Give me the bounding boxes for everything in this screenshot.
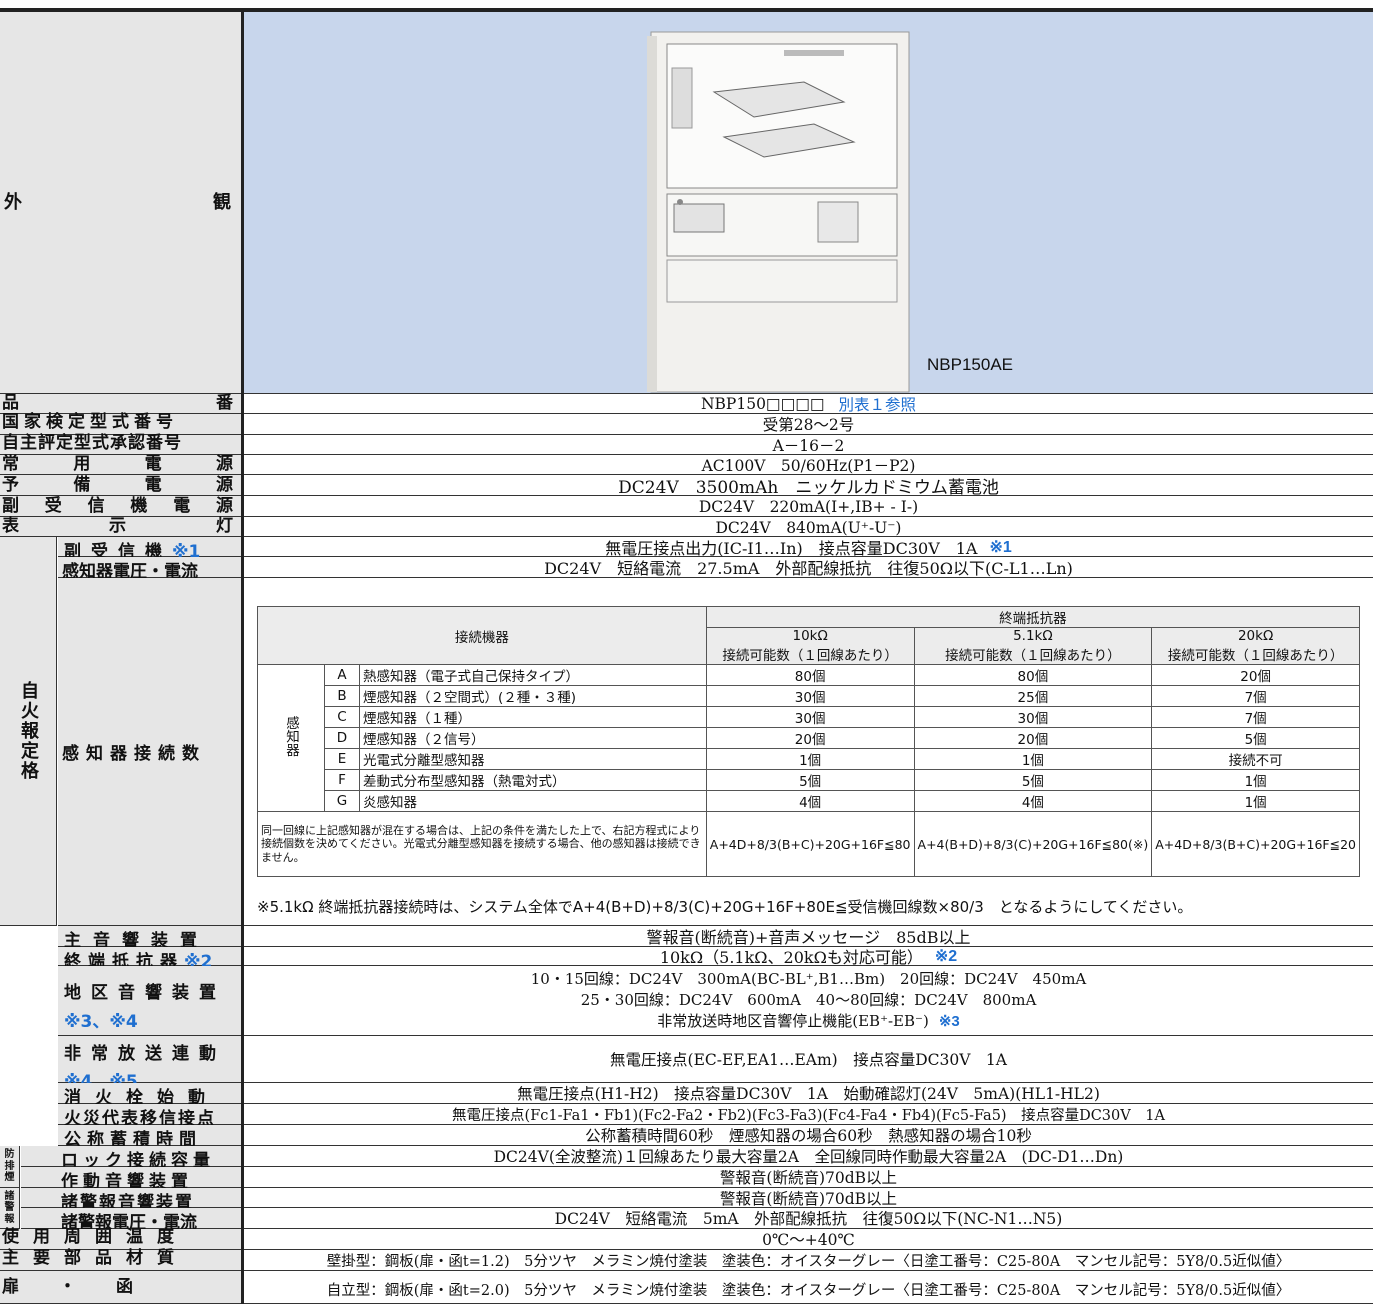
table-row: E 光電式分離型感知器 1個 1個 接続不可 bbox=[258, 748, 1360, 770]
row-value-misc-alarm-sounder: 警報音(断続音)70dB以上 bbox=[244, 1188, 1373, 1208]
row-label-end-resistor: 終端抵抗器※2 bbox=[58, 947, 241, 972]
row-label-accumulation-time: 公称蓄積時間 bbox=[58, 1125, 241, 1150]
detector-connection-table: 接続機器 終端抵抗器 10kΩ 接続可能数（１回線あたり） 5.1kΩ 接続可能数（… bbox=[257, 606, 1361, 877]
appearance-image-cell: NBP150AE bbox=[244, 12, 1373, 394]
model-caption: NBP150AE bbox=[927, 355, 1013, 374]
col-header-10k: 10kΩ 接続可能数（１回線あたり） bbox=[705, 627, 915, 665]
formula-10k: A+4D+8/3(B+C)+20G+16F≦80 bbox=[705, 811, 915, 877]
row-label-emergency-broadcast: 非常放送連動 ※4、※5 bbox=[58, 1036, 241, 1092]
row-value-national-cert: 受第28〜2号 bbox=[244, 414, 1373, 435]
formula-5-1k: A+4(B+D)+8/3(C)+20G+16F≦80(※) bbox=[913, 811, 1153, 877]
row-label-hydrant-start: 消火栓始動 bbox=[58, 1083, 241, 1108]
row-value-self-eval: A－16－2 bbox=[244, 435, 1373, 455]
row-value-sub-receiver-power: DC24V 220mA(I+,IB+ - I-) bbox=[244, 496, 1373, 517]
detector-footnote: ※5.1kΩ 終端抵抗器接続時は、システム全体でA+4(B+D)+8/3(C)+… bbox=[257, 898, 1193, 916]
row-label-detector-count: 感知器接続数 bbox=[58, 578, 241, 926]
row-label-misc-alarm-sounder: 諸警報音響装置 bbox=[21, 1188, 241, 1213]
appearance-label-char1: 外 bbox=[4, 191, 22, 213]
row-value-product-number: NBP150□□□□ 別表１参照 bbox=[244, 394, 1373, 414]
table-row: B 煙感知器（２空間式）(２種・３種) 30個 25個 7個 bbox=[258, 685, 1360, 707]
row-label-backup-power: 予備電源 bbox=[0, 475, 241, 496]
row-value-fire-representative: 無電圧接点(Fc1-Fa1・Fb1)(Fc2-Fa2・Fb2)(Fc3-Fa3)… bbox=[244, 1104, 1373, 1125]
control-panel-image bbox=[647, 31, 910, 393]
table-row: D 煙感知器（２信号） 20個 20個 5個 bbox=[258, 727, 1360, 749]
fire-alarm-rating-group-label: 自火報定格 bbox=[0, 537, 57, 926]
row-value-area-sounder: 10・15回線：DC24V 300mA(BC-BL⁺,B1…Bm) 20回線：D… bbox=[244, 966, 1373, 1036]
row-value-sub-receiver: 無電圧接点出力(IC-I1…In) 接点容量DC30V 1A ※1 bbox=[244, 537, 1373, 558]
row-label-fire-representative: 火災代表移信接点 bbox=[58, 1104, 241, 1129]
row-label-door-box: 扉・函 bbox=[0, 1271, 241, 1304]
row-value-main-materials-wall: 壁掛型：鋼板(扉・函t=1.2) 5分ツヤ メラミン焼付塗装 塗装色：オイスター… bbox=[244, 1250, 1373, 1271]
row-label-national-cert: 国家検定型式番号 bbox=[0, 414, 241, 435]
table-row: C 煙感知器（１種） 30個 30個 7個 bbox=[258, 706, 1360, 728]
formula-row: 同一回線に上記感知器が混在する場合は、上記の条件を満たした上で、右記方程式により… bbox=[257, 811, 1360, 877]
row-value-ambient-temperature: 0℃〜+40℃ bbox=[244, 1229, 1373, 1250]
row-label-product-number: 品番 bbox=[0, 394, 241, 414]
row-label-sub-receiver: 副受信機※1 bbox=[58, 537, 241, 562]
row-label-indicator-lamp: 表示灯 bbox=[0, 517, 241, 537]
row-value-backup-power: DC24V 3500mAh ニッケルカドミウム蓄電池 bbox=[244, 475, 1373, 498]
row-value-detector-voltage-current: DC24V 短絡電流 27.5mA 外部配線抵抗 往復50Ω以下(C-L1…Ln… bbox=[244, 557, 1373, 578]
row-label-main-sounder: 主音響装置 bbox=[58, 926, 241, 951]
table-row: G 炎感知器 4個 4個 1個 bbox=[258, 790, 1360, 812]
row-value-operation-sounder: 警報音(断続音)70dB以上 bbox=[244, 1167, 1373, 1188]
row-value-misc-alarm-voltage: DC24V 短絡電流 5mA 外部配線抵抗 往復50Ω以下(NC-N1…N5) bbox=[244, 1208, 1373, 1229]
row-label-misc-alarm-voltage: 諸警報電圧・電流 bbox=[21, 1208, 241, 1233]
row-label-ambient-temperature: 使用周囲温度 bbox=[0, 1229, 241, 1250]
row-value-lock-capacity: DC24V(全波整流)１回線あたり最大容量2A 全回線同時作動最大容量2A (D… bbox=[244, 1146, 1373, 1167]
row-value-hydrant-start: 無電圧接点(H1-H2) 接点容量DC30V 1A 始動確認灯(24V 5mA)… bbox=[244, 1083, 1373, 1104]
row-label-lock-capacity: ロック接続容量 bbox=[21, 1146, 241, 1171]
row-label-self-eval: 自主評定型式承認番号 bbox=[0, 435, 241, 455]
mixing-note: 同一回線に上記感知器が混在する場合は、上記の条件を満たした上で、右記方程式により… bbox=[257, 811, 707, 877]
row-label-area-sounder: 地区音響装置 ※3、※4 bbox=[58, 966, 241, 1036]
col-header-20k: 20kΩ 接続可能数（１回線あたり） bbox=[1151, 627, 1360, 665]
row-label-normal-power: 常用電源 bbox=[0, 455, 241, 475]
row-value-accumulation-time: 公称蓄積時間60秒 煙感知器の場合60秒 熱感知器の場合10秒 bbox=[244, 1125, 1373, 1146]
row-value-main-materials-stand: 自立型：鋼板(扉・函t=2.0) 5分ツヤ メラミン焼付塗装 塗装色：オイスター… bbox=[244, 1271, 1373, 1304]
row-value-end-resistor: 10kΩ（5.1kΩ、20kΩも対応可能） ※2 bbox=[244, 947, 1373, 967]
formula-20k: A+4D+8/3(B+C)+20G+16F≦20 bbox=[1151, 811, 1360, 877]
product-number-note-link[interactable]: 別表１参照 bbox=[839, 393, 917, 415]
appearance-label-char2: 観 bbox=[213, 191, 231, 213]
col-header-5-1k: 5.1kΩ 接続可能数（１回線あたり） bbox=[913, 627, 1153, 665]
row-label-detector-voltage-current: 感知器電圧・電流 bbox=[58, 557, 241, 582]
row-label-operation-sounder: 作動音響装置 bbox=[21, 1167, 241, 1192]
row-value-emergency-broadcast: 無電圧接点(EC-EF,EA1…EAm) 接点容量DC30V 1A bbox=[244, 1036, 1373, 1083]
detector-side-label: 感知器 bbox=[257, 664, 325, 812]
product-number-text: NBP150□□□□ bbox=[700, 394, 825, 413]
appearance-label-cell: 外 観 bbox=[0, 12, 241, 394]
row-label-sub-receiver-power: 副受信機電源 bbox=[0, 496, 241, 517]
smoke-control-group-label: 防排煙 bbox=[0, 1146, 20, 1188]
table-row: F 差動式分布型感知器（熱電対式） 5個 5個 1個 bbox=[258, 769, 1360, 791]
row-label-main-materials: 主要部品材質 bbox=[0, 1250, 241, 1271]
col-header-resistor-group: 終端抵抗器 bbox=[705, 606, 1361, 628]
misc-alarm-group-label: 諸警報 bbox=[0, 1188, 20, 1229]
col-header-device: 接続機器 bbox=[257, 606, 707, 665]
table-row: 感知器 A 熱感知器（電子式自己保持タイプ） 80個 80個 20個 bbox=[257, 664, 1360, 812]
